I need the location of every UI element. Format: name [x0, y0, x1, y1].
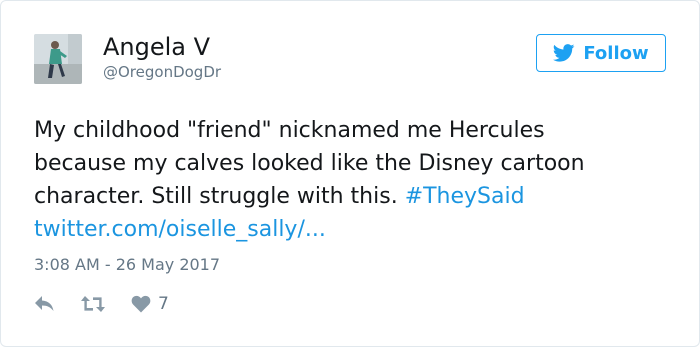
follow-button-label: Follow	[583, 42, 649, 64]
tweet-card: Angela V @OregonDogDr Follow My childhoo…	[0, 0, 700, 347]
profile-photo-icon	[34, 34, 82, 84]
reply-icon	[34, 295, 56, 313]
twitter-bird-icon	[553, 44, 575, 62]
retweet-icon	[80, 295, 106, 313]
retweet-button[interactable]	[80, 295, 106, 313]
hashtag-link[interactable]: #TheySaid	[405, 184, 525, 209]
tweet-line-3-text: character. Still struggle with this.	[34, 184, 405, 209]
tweet-line-4: twitter.com/oiselle_sally/...	[34, 213, 674, 246]
tweet-actions: 7	[34, 291, 169, 317]
tweet-text: My childhood "friend" nicknamed me Hercu…	[34, 114, 674, 246]
tweet-url-link[interactable]: twitter.com/oiselle_sally/...	[34, 217, 326, 242]
tweet-line-3: character. Still struggle with this. #Th…	[34, 180, 674, 213]
display-name[interactable]: Angela V	[103, 33, 210, 61]
avatar[interactable]	[34, 34, 82, 84]
tweet-timestamp[interactable]: 3:08 AM - 26 May 2017	[34, 254, 220, 276]
reply-button[interactable]	[34, 295, 56, 313]
heart-icon	[131, 295, 151, 313]
tweet-line-1: My childhood "friend" nicknamed me Hercu…	[34, 118, 545, 143]
follow-button[interactable]: Follow	[536, 34, 666, 72]
tweet-line-2: because my calves looked like the Disney…	[34, 151, 585, 176]
like-count: 7	[158, 294, 169, 314]
like-button[interactable]: 7	[131, 294, 169, 314]
user-handle[interactable]: @OregonDogDr	[103, 62, 221, 82]
